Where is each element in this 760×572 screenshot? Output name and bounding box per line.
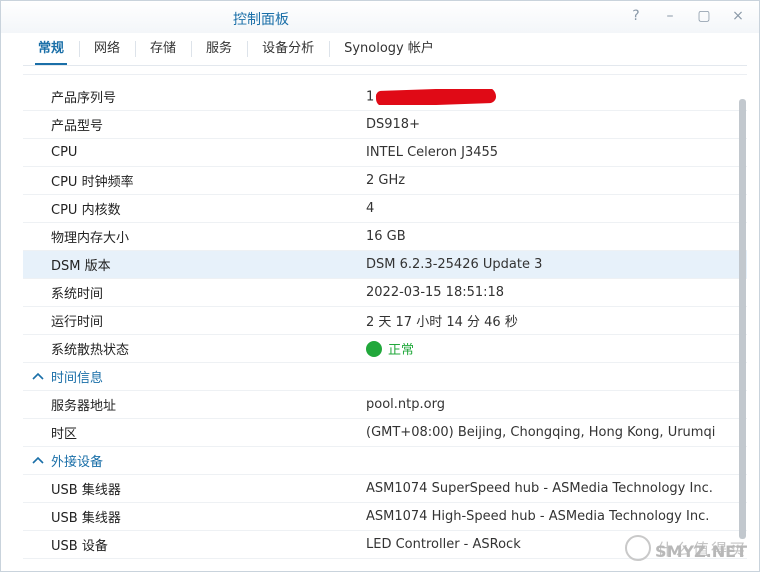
minimize-icon[interactable]: – <box>661 7 679 25</box>
info-row-cpu-cores: CPU 内核数 4 <box>23 195 747 223</box>
info-label: 服务器地址 <box>51 399 117 414</box>
serial-number-value: 1 <box>366 89 375 104</box>
info-row-system-time: 系统时间 2022-03-15 18:51:18 <box>23 279 747 307</box>
close-icon[interactable]: × <box>729 7 747 25</box>
window-title: 控制面板 <box>233 12 289 28</box>
info-row-dsm-version[interactable]: DSM 版本 DSM 6.2.3-25426 Update 3 <box>23 251 747 279</box>
info-row-serial: 产品序列号 1 <box>23 83 747 111</box>
info-row-cpu-clock: CPU 时钟频率 2 GHz <box>23 167 747 195</box>
vertical-scrollbar[interactable] <box>737 97 747 549</box>
info-value: (GMT+08:00) Beijing, Chongqing, Hong Kon… <box>366 425 716 440</box>
tab-general[interactable]: 常规 <box>23 35 79 65</box>
info-value: pool.ntp.org <box>366 397 445 412</box>
chevron-up-icon <box>32 372 44 380</box>
tab-services[interactable]: 服务 <box>191 35 247 63</box>
info-value: 2 天 17 小时 14 分 46 秒 <box>366 315 518 330</box>
info-value: 2022-03-15 18:51:18 <box>366 285 505 300</box>
tab-device-analytics[interactable]: 设备分析 <box>247 35 329 63</box>
tab-synology-account[interactable]: Synology 帐户 <box>329 35 449 63</box>
info-value: INTEL Celeron J3455 <box>366 145 499 160</box>
info-value: DSM 6.2.3-25426 Update 3 <box>366 257 543 272</box>
info-row-usb-hub-2: USB 集线器 ASM1074 High-Speed hub - ASMedia… <box>23 503 747 531</box>
info-value: ASM1074 High-Speed hub - ASMedia Technol… <box>366 509 710 524</box>
tab-divider <box>23 65 747 66</box>
info-label: 时区 <box>51 427 78 442</box>
watermark-en-text: SMYZ.NET <box>655 542 747 561</box>
info-value: 1 <box>366 88 747 105</box>
chevron-up-icon <box>32 456 44 464</box>
tab-storage[interactable]: 存储 <box>135 35 191 63</box>
help-icon[interactable]: ? <box>627 7 645 25</box>
info-row-cpu: CPU INTEL Celeron J3455 <box>23 139 747 167</box>
info-label: 运行时间 <box>51 315 104 330</box>
info-value: 16 GB <box>366 229 406 244</box>
info-value: 2 GHz <box>366 173 406 188</box>
info-value: ASM1074 SuperSpeed hub - ASMedia Technol… <box>366 481 713 496</box>
control-panel-window: 控制面板 ? – ▢ × 常规 网络 存储 服务 设备分析 Synology 帐… <box>0 0 760 572</box>
section-external-devices[interactable]: 外接设备 <box>23 447 747 475</box>
info-row-timezone: 时区 (GMT+08:00) Beijing, Chongqing, Hong … <box>23 419 747 447</box>
section-title: 外接设备 <box>51 455 104 470</box>
title-bar[interactable]: 控制面板 ? – ▢ × <box>1 1 759 33</box>
tab-bar: 常规 网络 存储 服务 设备分析 Synology 帐户 <box>23 35 449 65</box>
info-label: USB 设备 <box>51 539 108 554</box>
thermal-status-text: 正常 <box>388 343 415 358</box>
maximize-icon[interactable]: ▢ <box>695 7 713 25</box>
info-row-thermal-status: 系统散热状态 正常 <box>23 335 747 363</box>
info-row-usb-hub-1: USB 集线器 ASM1074 SuperSpeed hub - ASMedia… <box>23 475 747 503</box>
info-label: DSM 版本 <box>51 259 111 274</box>
panel-top-divider <box>23 74 747 83</box>
window-controls: ? – ▢ × <box>627 7 747 25</box>
info-label: 产品序列号 <box>51 91 117 106</box>
info-row-model: 产品型号 DS918+ <box>23 111 747 139</box>
section-title: 时间信息 <box>51 371 104 386</box>
info-label: CPU 时钟频率 <box>51 175 134 190</box>
info-row-ntp-server: 服务器地址 pool.ntp.org <box>23 391 747 419</box>
watermark-logo-icon <box>624 535 651 561</box>
redaction-mark <box>376 88 497 105</box>
info-label: CPU 内核数 <box>51 203 121 218</box>
info-value: 4 <box>366 201 375 216</box>
info-label: USB 集线器 <box>51 511 121 526</box>
info-label: 系统散热状态 <box>51 343 130 358</box>
info-label: 产品型号 <box>51 119 104 134</box>
info-value: DS918+ <box>366 117 420 132</box>
info-value: 正常 <box>366 339 747 358</box>
status-ok-icon <box>366 340 382 357</box>
info-row-uptime: 运行时间 2 天 17 小时 14 分 46 秒 <box>23 307 747 335</box>
section-time-info[interactable]: 时间信息 <box>23 363 747 391</box>
info-label: USB 集线器 <box>51 483 121 498</box>
info-label: CPU <box>51 145 78 160</box>
info-label: 物理内存大小 <box>51 231 130 246</box>
scrollbar-thumb[interactable] <box>739 99 746 539</box>
general-info-panel: 产品序列号 1 产品型号 DS918+ CPU INTEL Celeron J3… <box>23 71 747 572</box>
tab-network[interactable]: 网络 <box>79 35 135 63</box>
info-row-memory: 物理内存大小 16 GB <box>23 223 747 251</box>
info-label: 系统时间 <box>51 287 104 302</box>
